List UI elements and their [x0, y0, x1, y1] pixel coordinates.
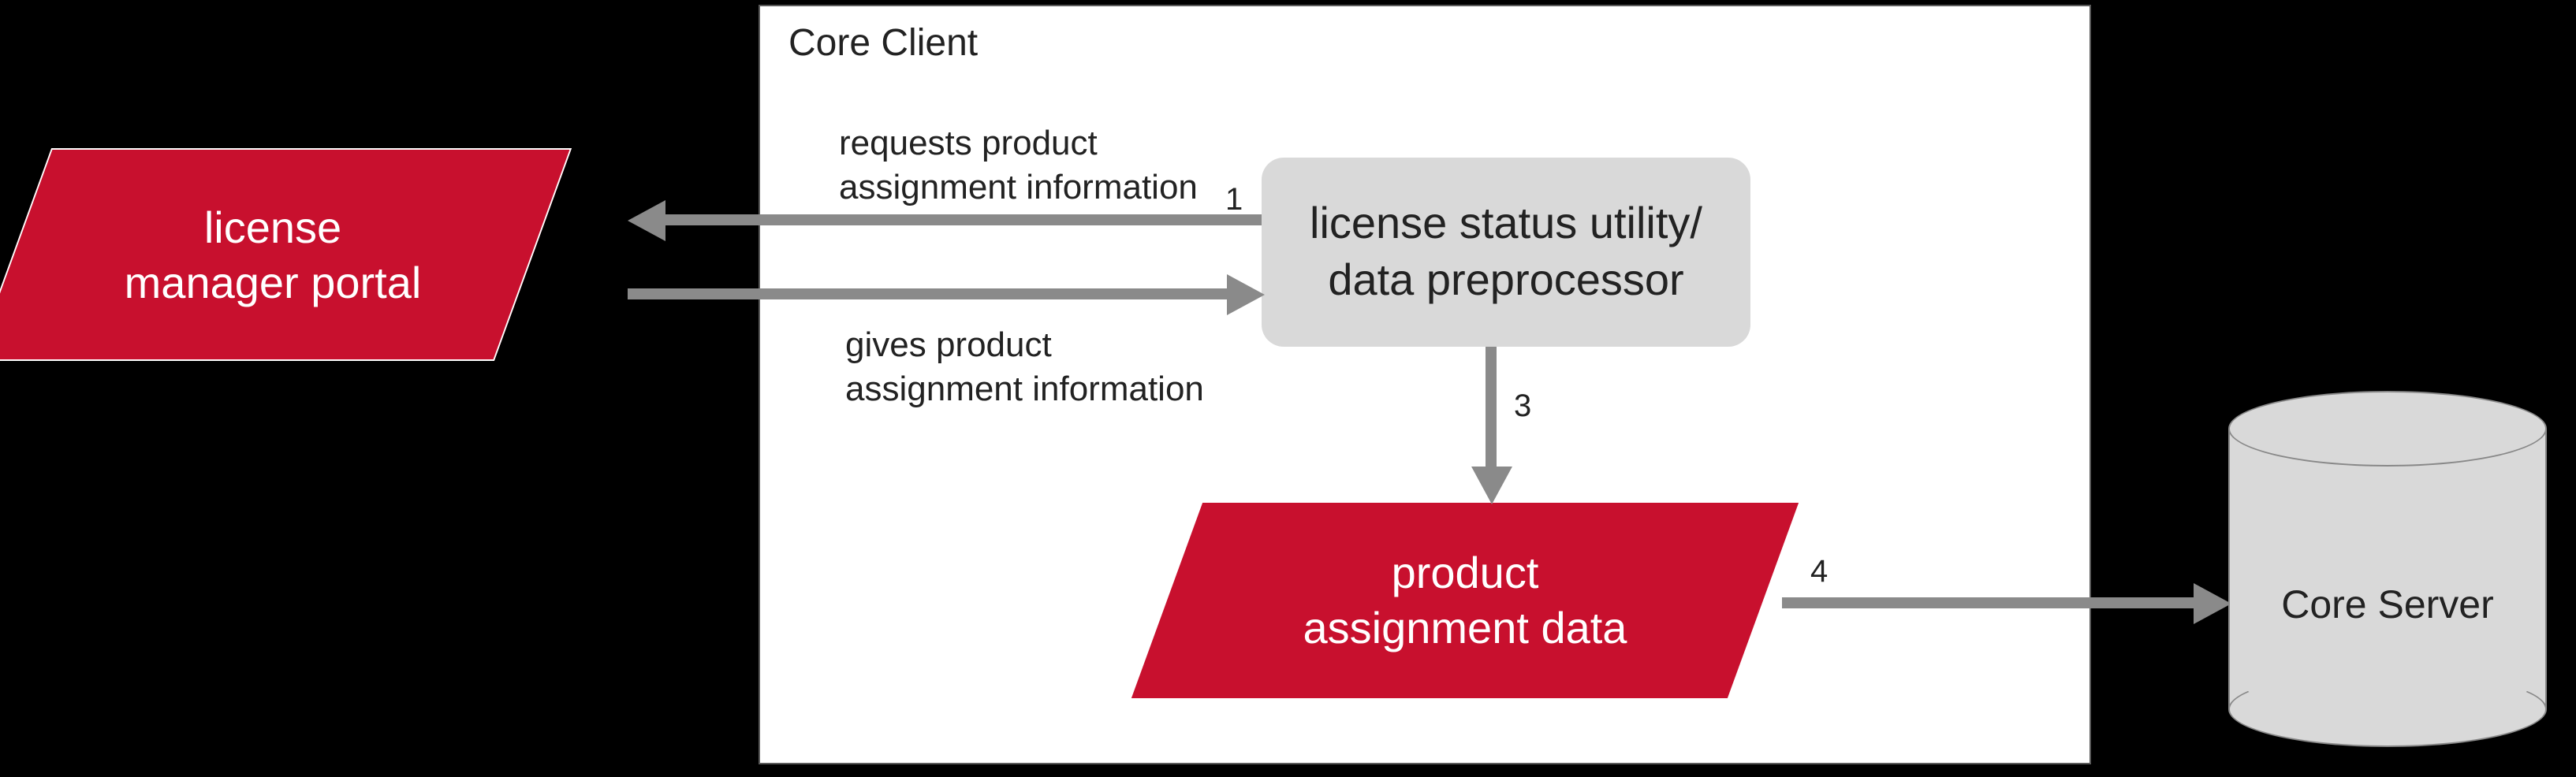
- core-server-body: [2228, 429, 2547, 709]
- arrow-request-line: [659, 214, 1262, 225]
- arrow-down-head: [1471, 467, 1512, 504]
- license-manager-portal: licensemanager portal: [13, 148, 533, 361]
- core-server-top: [2228, 391, 2547, 467]
- core-server: Core Server: [2228, 583, 2547, 629]
- step-1: 1: [1225, 183, 1243, 219]
- label-give: gives productassignment information: [845, 323, 1204, 410]
- step-4: 4: [1810, 555, 1828, 591]
- arrow-give-line: [628, 288, 1230, 299]
- core-server-bottom: [2228, 671, 2547, 747]
- arrow-give-head: [1227, 274, 1265, 315]
- core-client-title: Core Client: [788, 22, 978, 66]
- arrow-to-server-line: [1782, 597, 2197, 608]
- product-assignment-data: productassignment data: [1167, 503, 1763, 698]
- license-status-utility: license status utility/data preprocessor: [1262, 158, 1750, 347]
- label-request: requests productassignment information: [839, 121, 1198, 208]
- step-3: 3: [1514, 389, 1531, 426]
- arrow-request-head: [628, 200, 665, 241]
- arrow-down-line: [1486, 347, 1497, 470]
- arrow-to-server-head: [2194, 583, 2231, 624]
